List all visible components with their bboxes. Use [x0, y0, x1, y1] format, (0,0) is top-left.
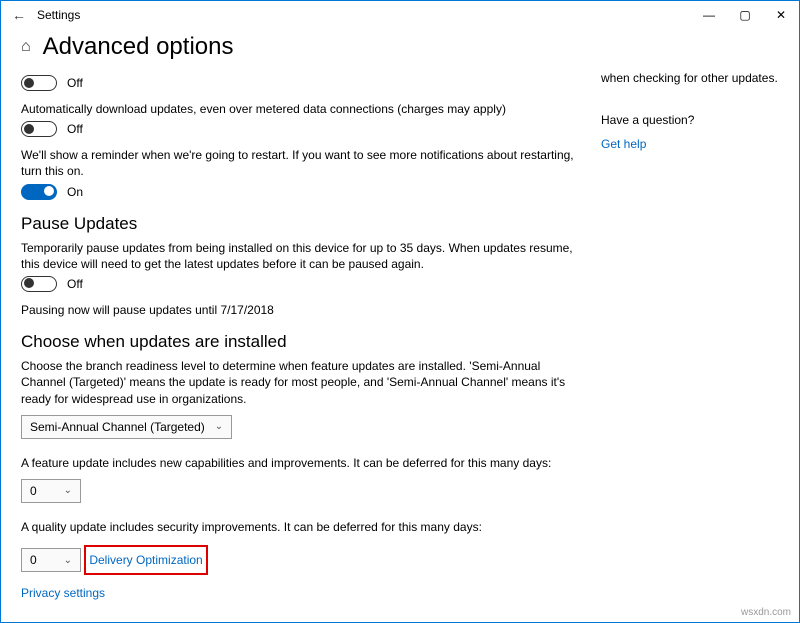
quality-days-select[interactable]: 0 ⌄ — [21, 548, 81, 572]
toggle-switch[interactable] — [21, 121, 57, 137]
get-help-link[interactable]: Get help — [601, 137, 646, 151]
toggle-metered: Off — [21, 121, 581, 137]
chevron-down-icon: ⌄ — [54, 485, 72, 496]
close-button[interactable]: ✕ — [763, 1, 799, 29]
feature-days-value: 0 — [30, 484, 37, 498]
pause-desc: Temporarily pause updates from being ins… — [21, 240, 581, 272]
page-title: Advanced options — [43, 33, 234, 61]
side-panel: when checking for other updates. Have a … — [601, 71, 779, 604]
main-panel: Off Automatically download updates, even… — [21, 71, 601, 604]
toggle-label: Off — [67, 277, 83, 291]
metered-desc: Automatically download updates, even ove… — [21, 101, 581, 117]
branch-value: Semi-Annual Channel (Targeted) — [30, 420, 205, 434]
choose-desc: Choose the branch readiness level to det… — [21, 358, 581, 407]
toggle-reminder: On — [21, 184, 581, 200]
chevron-down-icon: ⌄ — [54, 555, 72, 566]
toggle-unknown-top: Off — [21, 75, 581, 91]
minimize-button[interactable]: — — [691, 1, 727, 29]
home-icon[interactable]: ⌂ — [21, 38, 31, 56]
app-title: Settings — [37, 8, 80, 22]
highlight-box: Delivery Optimization — [84, 545, 207, 575]
side-top-note: when checking for other updates. — [601, 71, 779, 85]
toggle-label: Off — [67, 76, 83, 90]
privacy-settings-link[interactable]: Privacy settings — [21, 586, 105, 600]
page-header: ⌂ Advanced options — [1, 29, 799, 71]
pause-note: Pausing now will pause updates until 7/1… — [21, 302, 581, 318]
feature-desc: A feature update includes new capabiliti… — [21, 455, 581, 471]
feature-days-select[interactable]: 0 ⌄ — [21, 479, 81, 503]
chevron-down-icon: ⌄ — [205, 421, 223, 432]
toggle-pause: Off — [21, 276, 581, 292]
quality-days-value: 0 — [30, 553, 37, 567]
titlebar: ← Settings — ▢ ✕ — [1, 1, 799, 29]
maximize-button[interactable]: ▢ — [727, 1, 763, 29]
back-button[interactable]: ← — [9, 7, 29, 23]
help-question: Have a question? — [601, 113, 779, 127]
toggle-label: On — [67, 185, 83, 199]
quality-desc: A quality update includes security impro… — [21, 519, 581, 535]
delivery-optimization-link[interactable]: Delivery Optimization — [89, 553, 202, 567]
reminder-desc: We'll show a reminder when we're going t… — [21, 147, 581, 179]
window-controls: — ▢ ✕ — [691, 1, 799, 29]
toggle-switch[interactable] — [21, 276, 57, 292]
pause-heading: Pause Updates — [21, 214, 581, 234]
toggle-label: Off — [67, 122, 83, 136]
toggle-switch[interactable] — [21, 75, 57, 91]
branch-select[interactable]: Semi-Annual Channel (Targeted) ⌄ — [21, 415, 232, 439]
choose-heading: Choose when updates are installed — [21, 332, 581, 352]
toggle-switch[interactable] — [21, 184, 57, 200]
watermark: wsxdn.com — [741, 607, 791, 618]
